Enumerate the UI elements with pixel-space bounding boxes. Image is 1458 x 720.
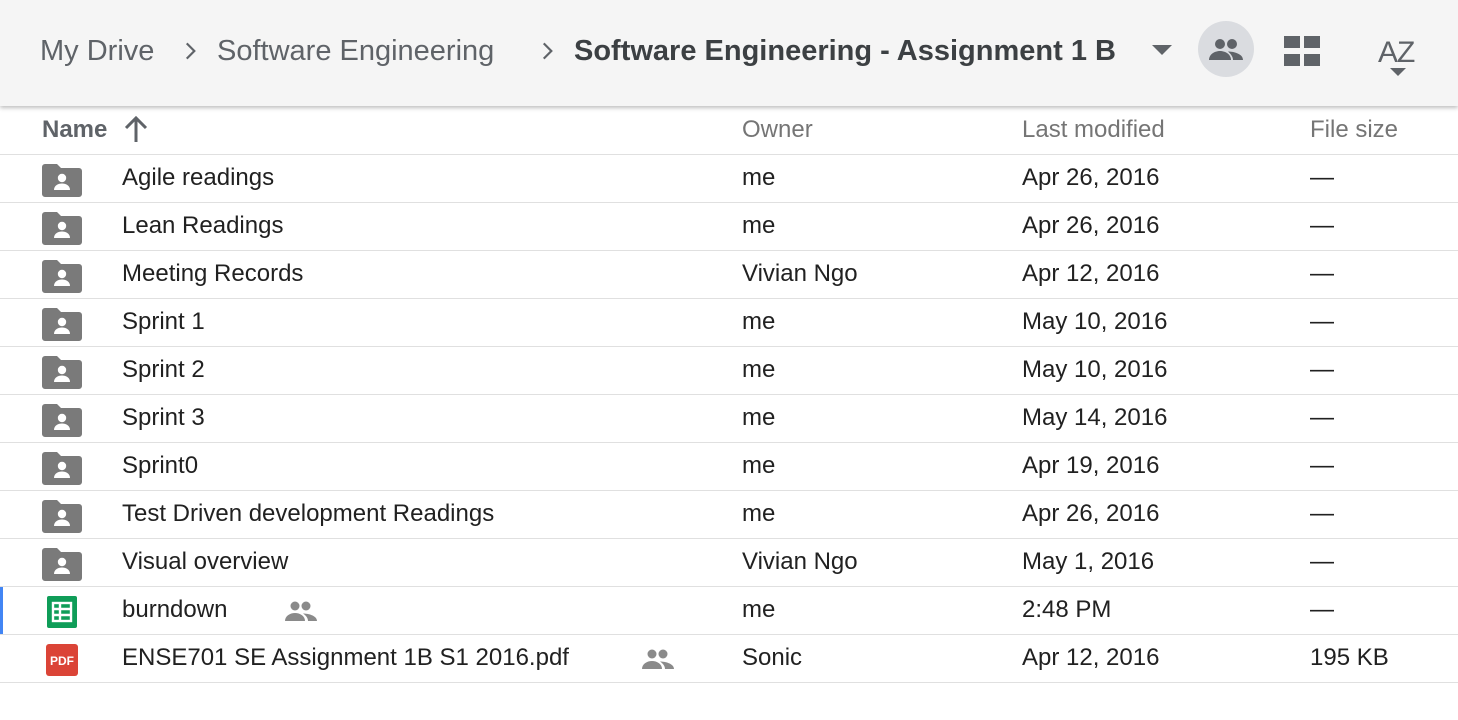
file-owner: me	[742, 308, 776, 335]
pdf-badge-label: PDF	[50, 654, 74, 668]
file-name[interactable]: Sprint0	[122, 452, 198, 480]
file-owner: me	[742, 596, 776, 623]
file-name[interactable]: Sprint 2	[122, 356, 205, 384]
file-name[interactable]: Agile readings	[122, 164, 274, 192]
file-size: —	[1310, 500, 1334, 527]
top-bar: My Drive Software Engineering Software E…	[0, 0, 1458, 106]
shared-folder-icon	[42, 548, 82, 581]
file-size: —	[1310, 404, 1334, 431]
shared-folder-icon	[42, 260, 82, 293]
file-name[interactable]: Visual overview	[122, 548, 288, 576]
file-row[interactable]: PDF ENSE701 SE Assignment 1B S1 2016.pdf S…	[0, 635, 1458, 683]
shared-folder-icon	[42, 308, 82, 341]
file-owner: me	[742, 356, 776, 383]
file-name[interactable]: Sprint 3	[122, 404, 205, 432]
file-owner: me	[742, 404, 776, 431]
column-header-row: Name Owner Last modified File size	[0, 106, 1458, 155]
file-name[interactable]: Test Driven development Readings	[122, 500, 494, 528]
column-header-owner[interactable]: Owner	[742, 116, 813, 144]
file-last-modified: May 1, 2016	[1022, 548, 1155, 575]
file-owner: me	[742, 500, 776, 527]
file-row[interactable]: burndown me 2:48 PM —	[0, 587, 1458, 635]
file-owner: me	[742, 212, 776, 239]
file-size: —	[1310, 356, 1334, 383]
file-owner: Vivian Ngo	[742, 548, 858, 575]
file-owner: me	[742, 164, 776, 191]
file-row[interactable]: Sprint0 me Apr 19, 2016 —	[0, 443, 1458, 491]
file-row[interactable]: Visual overview Vivian Ngo May 1, 2016 —	[0, 539, 1458, 587]
pdf-file-icon: PDF	[46, 644, 78, 676]
file-last-modified: Apr 26, 2016	[1022, 164, 1160, 191]
file-last-modified: Apr 19, 2016	[1022, 452, 1160, 479]
file-name[interactable]: Lean Readings	[122, 212, 283, 240]
file-last-modified: May 10, 2016	[1022, 308, 1168, 335]
sort-az-icon[interactable]: A Z	[1372, 28, 1424, 78]
shared-people-icon	[285, 601, 317, 621]
folder-menu-dropdown-icon[interactable]	[1152, 45, 1172, 55]
file-last-modified: May 14, 2016	[1022, 404, 1168, 431]
file-last-modified: Apr 12, 2016	[1022, 260, 1160, 287]
file-list: Agile readings me Apr 26, 2016— Lean Readin…	[0, 155, 1458, 683]
svg-text:A: A	[1378, 36, 1398, 69]
file-name[interactable]: burndown	[122, 596, 227, 624]
file-row[interactable]: Sprint 1 me May 10, 2016 —	[0, 299, 1458, 347]
column-header-last-modified[interactable]: Last modified	[1022, 116, 1165, 144]
file-row[interactable]: Lean Readings me Apr 26, 2016 —	[0, 203, 1458, 251]
file-row[interactable]: Sprint 2 me May 10, 2016 —	[0, 347, 1458, 395]
shared-folder-icon	[42, 212, 82, 245]
chevron-right-icon	[542, 42, 553, 60]
file-row[interactable]: Test Driven development Readings me Apr 26…	[0, 491, 1458, 539]
file-owner: me	[742, 452, 776, 479]
sort-ascending-arrow-icon[interactable]	[122, 114, 150, 144]
file-size: —	[1310, 452, 1334, 479]
file-name[interactable]: ENSE701 SE Assignment 1B S1 2016.pdf	[122, 644, 569, 672]
file-last-modified: Apr 26, 2016	[1022, 212, 1160, 239]
people-icon	[1209, 39, 1243, 60]
file-size: 195 KB	[1310, 644, 1389, 671]
file-size: —	[1310, 164, 1334, 191]
chevron-right-icon	[185, 42, 196, 60]
file-name[interactable]: Meeting Records	[122, 260, 303, 288]
file-size: —	[1310, 596, 1334, 623]
breadcrumb-current-folder[interactable]: Software Engineering - Assignment 1 B	[574, 32, 1116, 70]
file-last-modified: Apr 12, 2016	[1022, 644, 1160, 671]
shared-folder-icon	[42, 500, 82, 533]
file-last-modified: Apr 26, 2016	[1022, 500, 1160, 527]
shared-people-icon	[642, 649, 674, 669]
column-header-file-size[interactable]: File size	[1310, 116, 1398, 144]
shared-folder-icon	[42, 452, 82, 485]
svg-text:Z: Z	[1397, 36, 1415, 69]
column-header-name[interactable]: Name	[42, 116, 107, 144]
breadcrumb-software-engineering[interactable]: Software Engineering	[217, 32, 494, 70]
file-size: —	[1310, 260, 1334, 287]
google-sheets-icon	[47, 596, 77, 628]
file-last-modified: 2:48 PM	[1022, 596, 1112, 623]
file-row[interactable]: Sprint 3 me May 14, 2016 —	[0, 395, 1458, 443]
share-button[interactable]	[1198, 21, 1254, 77]
file-row[interactable]: Agile readings me Apr 26, 2016 —	[0, 155, 1458, 203]
file-row[interactable]: Meeting Records Vivian Ngo Apr 12, 2016 —	[0, 251, 1458, 299]
file-size: —	[1310, 212, 1334, 239]
shared-folder-icon	[42, 356, 82, 389]
file-owner: Sonic	[742, 644, 803, 671]
file-owner: Vivian Ngo	[742, 260, 858, 287]
grid-view-icon[interactable]	[1276, 28, 1328, 74]
shared-folder-icon	[42, 164, 82, 197]
breadcrumb-my-drive[interactable]: My Drive	[40, 32, 154, 70]
file-last-modified: May 10, 2016	[1022, 356, 1168, 383]
file-size: —	[1310, 308, 1334, 335]
shared-folder-icon	[42, 404, 82, 437]
file-name[interactable]: Sprint 1	[122, 308, 205, 336]
file-size: —	[1310, 548, 1334, 575]
